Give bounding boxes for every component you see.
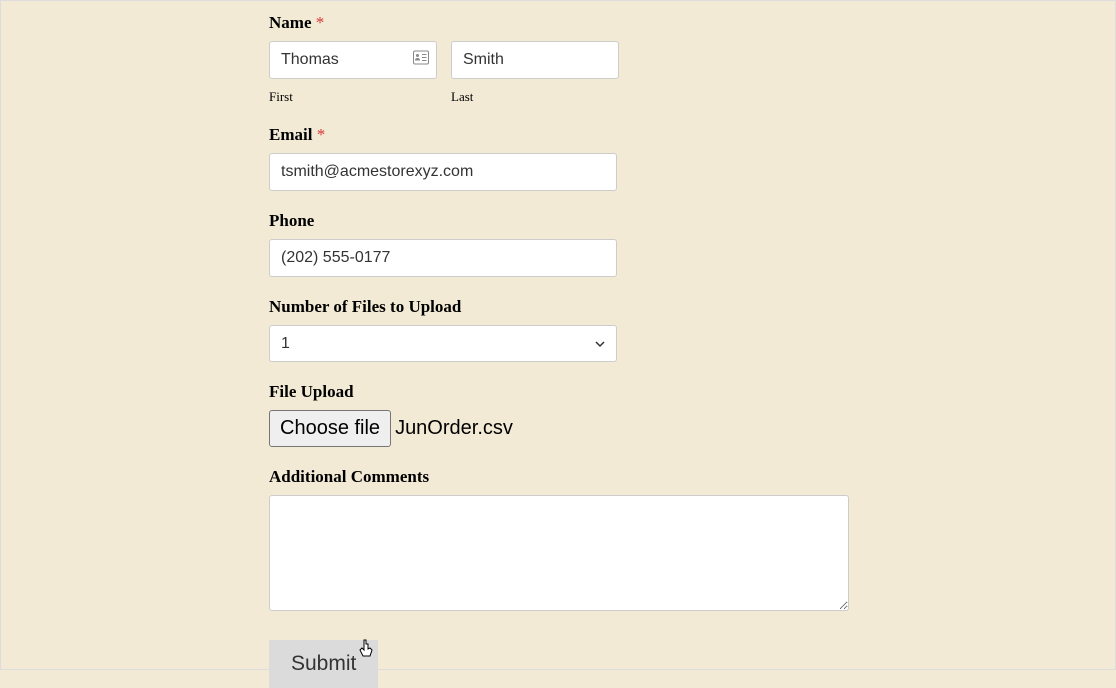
email-field-group: Email *	[269, 125, 1115, 191]
phone-label: Phone	[269, 211, 1115, 231]
num-files-select[interactable]: 1	[269, 325, 617, 362]
last-name-input[interactable]	[451, 41, 619, 79]
phone-field-group: Phone	[269, 211, 1115, 277]
file-upload-row: Choose file JunOrder.csv	[269, 410, 1115, 447]
last-name-col: Last	[451, 41, 619, 105]
num-files-field-group: Number of Files to Upload 1	[269, 297, 1115, 362]
last-name-sublabel: Last	[451, 89, 619, 105]
required-asterisk: *	[317, 125, 326, 144]
name-label: Name *	[269, 13, 1115, 33]
first-name-wrapper	[269, 41, 437, 79]
comments-textarea[interactable]	[269, 495, 849, 611]
file-name-text: JunOrder.csv	[395, 417, 513, 440]
num-files-label: Number of Files to Upload	[269, 297, 1115, 317]
comments-label: Additional Comments	[269, 467, 1115, 487]
email-label: Email *	[269, 125, 1115, 145]
required-asterisk: *	[316, 13, 325, 32]
file-upload-label: File Upload	[269, 382, 1115, 402]
form-container: Name *	[1, 1, 1115, 688]
first-name-input[interactable]	[269, 41, 437, 79]
first-name-col: First	[269, 41, 437, 105]
phone-input[interactable]	[269, 239, 617, 277]
name-field-group: Name *	[269, 13, 1115, 105]
file-upload-field-group: File Upload Choose file JunOrder.csv	[269, 382, 1115, 447]
name-label-text: Name	[269, 13, 311, 32]
first-name-sublabel: First	[269, 89, 437, 105]
choose-file-button[interactable]: Choose file	[269, 410, 391, 447]
name-row: First Last	[269, 41, 1115, 105]
email-label-text: Email	[269, 125, 312, 144]
submit-button[interactable]: Submit	[269, 640, 378, 688]
comments-field-group: Additional Comments	[269, 467, 1115, 616]
email-input[interactable]	[269, 153, 617, 191]
